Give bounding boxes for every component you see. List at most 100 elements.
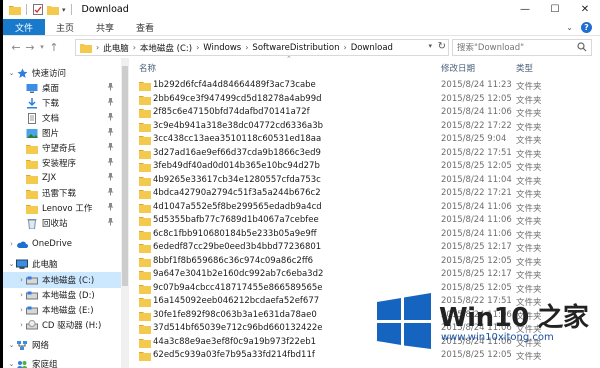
sidebar-item[interactable]: ⌄ 此电脑 bbox=[3, 256, 121, 272]
sidebar-item[interactable]: › 本地磁盘 (D:) bbox=[3, 287, 121, 303]
search-input[interactable] bbox=[457, 42, 575, 53]
sidebar-item[interactable]: ⌄ 网络 bbox=[3, 337, 121, 353]
help-icon[interactable]: ? bbox=[581, 21, 592, 33]
tab-view[interactable]: 查看 bbox=[125, 19, 165, 35]
sidebar-item[interactable]: 回收站 bbox=[3, 215, 121, 231]
forward-arrow-icon[interactable]: → bbox=[23, 41, 37, 54]
file-type: 文件夹 bbox=[516, 203, 542, 214]
column-header-date[interactable]: 修改日期 bbox=[441, 62, 475, 74]
folder-icon[interactable] bbox=[9, 4, 21, 15]
sidebar-item[interactable]: ⌄ 家庭组 bbox=[3, 356, 121, 368]
breadcrumb-separator-icon[interactable]: › bbox=[196, 43, 199, 52]
pin-icon[interactable] bbox=[106, 217, 115, 226]
modified-date: 2015/8/25 12:17 bbox=[441, 242, 512, 252]
folder-icon bbox=[26, 203, 38, 214]
file-name: 8bbf1f8b659686c36c974c09a86c2ff6 bbox=[153, 255, 314, 266]
properties-checkmark-icon[interactable] bbox=[32, 4, 44, 15]
column-header-type[interactable]: 类型 bbox=[516, 62, 533, 74]
breadcrumb-softwaredistribution[interactable]: SoftwareDistribution bbox=[252, 43, 339, 53]
customize-toolbar-chevron-icon[interactable]: ▾ bbox=[62, 6, 66, 14]
up-arrow-icon[interactable]: ↑ bbox=[47, 41, 61, 54]
expand-ribbon-chevron-icon[interactable]: ⌄ bbox=[566, 23, 573, 32]
sidebar-item-label: ZJX bbox=[42, 173, 57, 183]
tab-share[interactable]: 共享 bbox=[85, 19, 125, 35]
sidebar-item[interactable]: 下载 bbox=[3, 95, 121, 111]
window-controls: — ☐ ✕ bbox=[510, 0, 600, 19]
sidebar-item[interactable]: 守望奇兵 bbox=[3, 140, 121, 156]
search-box[interactable] bbox=[452, 39, 592, 56]
tab-file[interactable]: 文件 bbox=[3, 19, 46, 35]
search-icon[interactable] bbox=[577, 42, 587, 52]
expand-chevron-icon[interactable]: ⌄ bbox=[7, 360, 16, 368]
minimize-button[interactable]: — bbox=[510, 0, 540, 19]
pin-icon[interactable] bbox=[106, 112, 115, 121]
folder-icon bbox=[139, 283, 151, 294]
pin-icon[interactable] bbox=[106, 172, 115, 181]
sidebar-item[interactable]: › 本地磁盘 (C:) bbox=[3, 272, 121, 288]
address-history-chevron-icon[interactable]: ▾ bbox=[428, 42, 432, 50]
expand-chevron-icon[interactable]: › bbox=[7, 240, 16, 248]
expand-chevron-icon[interactable]: ⌄ bbox=[7, 69, 16, 77]
pictures-icon bbox=[26, 128, 38, 139]
folder-icon bbox=[26, 143, 38, 154]
sidebar-item-label: 桌面 bbox=[42, 84, 60, 94]
pin-icon[interactable] bbox=[106, 142, 115, 151]
file-type: 文件夹 bbox=[516, 190, 542, 200]
sidebar-item[interactable]: 迅雷下载 bbox=[3, 185, 121, 201]
sidebar-item[interactable]: › 本地磁盘 (E:) bbox=[3, 302, 121, 318]
sidebar-item[interactable]: 文档 bbox=[3, 110, 121, 126]
pin-icon[interactable] bbox=[106, 82, 115, 91]
modified-date: 2015/8/24 11:04 bbox=[441, 174, 512, 185]
recent-locations-chevron-icon[interactable]: ▾ bbox=[37, 43, 47, 51]
expand-chevron-icon[interactable]: ⌄ bbox=[7, 341, 16, 349]
refresh-icon[interactable]: ↻ bbox=[438, 41, 446, 52]
sidebar-item[interactable]: Lenovo 工作 bbox=[3, 200, 121, 216]
sidebar-item[interactable]: ZJX bbox=[3, 170, 121, 186]
close-button[interactable]: ✕ bbox=[570, 0, 600, 19]
breadcrumb-separator-icon[interactable]: › bbox=[96, 43, 99, 52]
breadcrumb-download[interactable]: Download bbox=[351, 43, 393, 53]
breadcrumb-this-pc[interactable]: 此电脑 bbox=[103, 42, 129, 54]
sidebar-item[interactable]: ⌄ 快速访问 bbox=[3, 65, 121, 81]
address-bar[interactable]: › 此电脑 › 本地磁盘 (C:) › Windows › SoftwareDi… bbox=[75, 39, 449, 56]
new-folder-icon[interactable] bbox=[47, 4, 59, 15]
file-name: 9c07b9a4cbcc418717455e866589565e bbox=[153, 282, 323, 293]
navigation-pane-scrollbar[interactable] bbox=[121, 58, 129, 368]
sidebar-item[interactable]: › CD 驱动器 (H:) bbox=[3, 317, 121, 333]
tree-spacer: › bbox=[20, 306, 23, 314]
pin-icon[interactable] bbox=[106, 202, 115, 211]
back-arrow-icon[interactable]: ← bbox=[9, 41, 23, 54]
sidebar-item[interactable]: 桌面 bbox=[3, 80, 121, 96]
pin-icon[interactable] bbox=[106, 187, 115, 196]
sidebar-item[interactable]: 图片 bbox=[3, 125, 121, 141]
tab-home[interactable]: 主页 bbox=[45, 19, 85, 35]
file-type: 文件夹 bbox=[516, 109, 542, 119]
pin-icon[interactable] bbox=[106, 127, 115, 136]
drive-icon bbox=[26, 290, 38, 301]
breadcrumb-separator-icon[interactable]: › bbox=[133, 43, 136, 52]
maximize-button[interactable]: ☐ bbox=[540, 0, 570, 19]
breadcrumb-separator-icon[interactable]: › bbox=[343, 43, 346, 52]
file-type: 文件夹 bbox=[516, 244, 542, 254]
watermark: Win10 之家 www.win10xitong.com bbox=[375, 293, 600, 363]
pin-icon[interactable] bbox=[106, 97, 115, 106]
file-name: 6c8c1fbb910680184b5e233b05a9e9ff bbox=[153, 228, 317, 239]
file-name: 4bdca42790a2794c51f3a5a244b676c2 bbox=[153, 188, 321, 198]
folder-icon bbox=[139, 121, 151, 132]
expand-chevron-icon[interactable]: ⌄ bbox=[7, 260, 16, 268]
modified-date: 2015/8/25 12:05 bbox=[441, 161, 512, 171]
pin-icon[interactable] bbox=[106, 157, 115, 166]
breadcrumb-separator-icon[interactable]: › bbox=[245, 43, 248, 52]
folder-icon bbox=[139, 350, 151, 361]
breadcrumb-drive-c[interactable]: 本地磁盘 (C:) bbox=[140, 42, 192, 54]
folder-icon bbox=[139, 80, 151, 91]
sidebar-item[interactable]: 安装程序 bbox=[3, 155, 121, 171]
file-name: 9a647e3041b2e160dc992ab7c6eba3d2 bbox=[153, 269, 324, 279]
breadcrumb-windows[interactable]: Windows bbox=[203, 43, 241, 53]
scrollbar-thumb[interactable] bbox=[122, 66, 128, 286]
sidebar-item[interactable]: › OneDrive bbox=[3, 236, 121, 252]
column-header-name[interactable]: 名称 bbox=[139, 62, 156, 74]
file-type: 文件夹 bbox=[516, 82, 542, 92]
folder-icon bbox=[139, 337, 151, 348]
file-name: 6ededf87cc29be0eed3b4bbd77236801 bbox=[153, 242, 322, 252]
